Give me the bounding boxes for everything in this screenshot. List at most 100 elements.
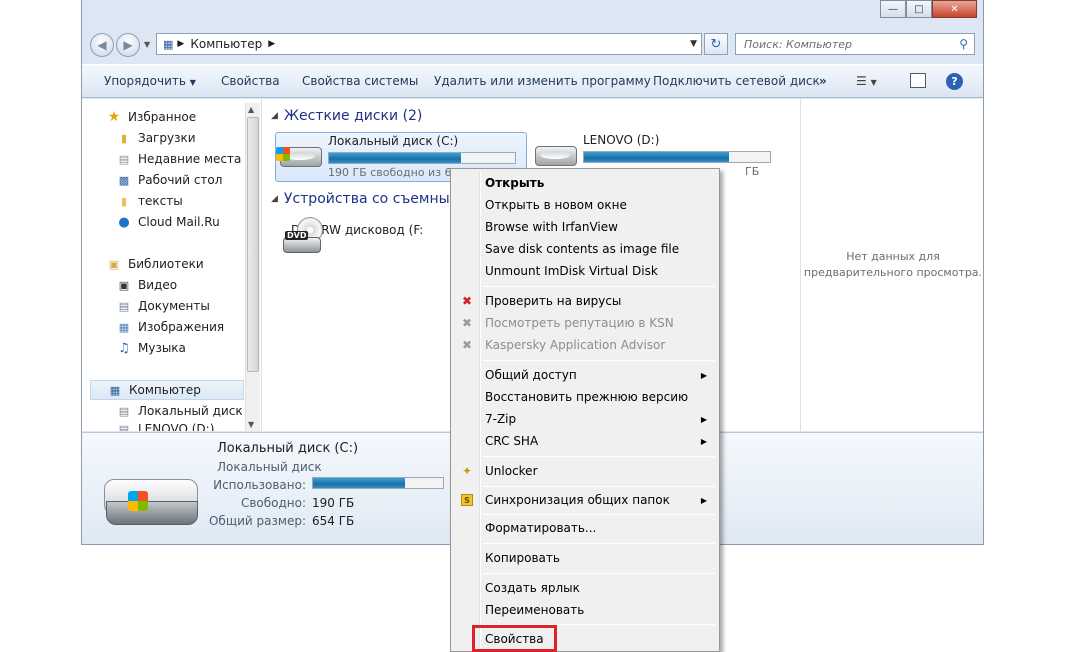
sidebar-item-texts[interactable]: ▮ тексты: [116, 191, 183, 211]
search-input[interactable]: Поиск: Компьютер ⚲: [735, 33, 975, 55]
sidebar-item-favorites[interactable]: ★ Избранное: [106, 107, 196, 127]
sidebar-item-drive-c[interactable]: ▤ Локальный диск (C: [116, 401, 260, 421]
kaspersky-icon: ✖: [461, 294, 473, 308]
scroll-down-icon[interactable]: ▼: [248, 420, 254, 429]
menu-item-unmount-imdisk[interactable]: Unmount ImDisk Virtual Disk: [453, 260, 717, 282]
menu-item-create-shortcut[interactable]: Создать ярлык: [453, 577, 717, 599]
local-disk-icon: ▤: [118, 404, 130, 418]
collapse-icon[interactable]: ◢: [271, 194, 278, 204]
local-disk-icon: [531, 132, 579, 172]
drive-d-name: LENOVO (D:): [583, 133, 660, 147]
view-options-icon[interactable]: ☰ ▼: [856, 74, 877, 88]
menu-separator: [483, 543, 715, 544]
sidebar-item-recent[interactable]: ▤ Недавние места: [116, 149, 242, 169]
group-removable[interactable]: ◢ Устройства со съемны: [271, 191, 450, 207]
details-total-value: 654 ГБ: [312, 514, 355, 528]
submenu-arrow-icon: ▶: [700, 370, 707, 380]
breadcrumb-arrow-icon: ▶: [177, 39, 185, 49]
submenu-arrow-icon: ▶: [700, 436, 707, 446]
kaspersky-icon: ✖: [461, 316, 473, 330]
group-hard-disks[interactable]: ◢ Жесткие диски (2): [271, 108, 422, 124]
maximize-icon[interactable]: □: [906, 0, 932, 18]
menu-item-open[interactable]: Открыть: [453, 172, 717, 194]
sidebar-item-downloads[interactable]: ▮ Загрузки: [116, 128, 196, 148]
local-disk-large-icon: [104, 473, 200, 529]
sidebar-item-computer[interactable]: ▦ Компьютер: [90, 380, 244, 400]
minimize-icon[interactable]: —: [880, 0, 906, 18]
dvd-label: DVD: [285, 231, 309, 240]
details-name: Локальный диск (C:): [217, 441, 359, 456]
scroll-up-icon[interactable]: ▲: [248, 105, 254, 114]
close-icon[interactable]: ✕: [932, 0, 977, 18]
sidebar-item-images[interactable]: ▦ Изображения: [116, 317, 224, 337]
menu-separator: [483, 573, 715, 574]
uninstall-program-button[interactable]: Удалить или изменить программу: [434, 74, 651, 88]
breadcrumb: Компьютер: [190, 37, 263, 51]
help-icon[interactable]: ?: [946, 73, 963, 90]
windows-logo-icon: [128, 491, 148, 511]
properties-button[interactable]: Свойства: [221, 74, 280, 88]
details-free-label: Свободно:: [240, 496, 306, 510]
system-properties-button[interactable]: Свойства системы: [302, 74, 418, 88]
details-type: Локальный диск: [217, 460, 322, 474]
refresh-icon[interactable]: ↻: [704, 33, 728, 55]
video-icon: ▣: [118, 278, 130, 292]
sidebar-item-documents[interactable]: ▤ Документы: [116, 296, 210, 316]
sync-icon: S: [461, 494, 473, 506]
menu-item-share[interactable]: Общий доступ ▶: [453, 364, 717, 386]
menu-item-kaspersky-advisor[interactable]: ✖ Kaspersky Application Advisor: [453, 334, 717, 356]
menu-item-open-new-window[interactable]: Открыть в новом окне: [453, 194, 717, 216]
details-usage-bar: [312, 477, 444, 489]
navigation-bar: ◀ ▶ ▼ ▦ ▶ Компьютер ▶ ▼ ↻ Поиск: Компьют…: [82, 28, 983, 62]
menu-item-restore-version[interactable]: Восстановить прежнюю версию: [453, 386, 717, 408]
computer-icon: ▦: [163, 37, 174, 51]
navigation-pane: ★ Избранное ▮ Загрузки ▤ Недавние места …: [82, 99, 262, 431]
preview-pane: Нет данных для предварительного просмотр…: [800, 99, 983, 431]
search-icon[interactable]: ⚲: [959, 37, 968, 51]
organize-button[interactable]: Упорядочить ▼: [104, 74, 196, 88]
desktop-icon: ▩: [118, 173, 130, 187]
menu-item-format[interactable]: Форматировать...: [453, 517, 717, 539]
menu-separator: [483, 486, 715, 487]
menu-separator: [483, 286, 715, 287]
folder-icon: ▮: [120, 194, 128, 208]
preview-pane-icon[interactable]: [910, 73, 926, 88]
address-bar[interactable]: ▦ ▶ Компьютер ▶ ▼: [156, 33, 702, 55]
menu-item-scan-virus[interactable]: ✖ Проверить на вирусы: [453, 290, 717, 312]
menu-item-unlocker[interactable]: ✦ Unlocker: [453, 460, 717, 482]
menu-item-7zip[interactable]: 7-Zip ▶: [453, 408, 717, 430]
recent-pages-icon[interactable]: ▼: [144, 40, 150, 49]
map-network-drive-button[interactable]: Подключить сетевой диск: [653, 74, 820, 88]
menu-item-irfanview[interactable]: Browse with IrfanView: [453, 216, 717, 238]
sidebar-item-music[interactable]: ♫ Музыка: [116, 338, 186, 358]
menu-separator: [483, 514, 715, 515]
sidebar-item-drive-d[interactable]: ▤ LENOVO (D:): [116, 422, 215, 431]
menu-separator: [483, 456, 715, 457]
menu-item-copy[interactable]: Копировать: [453, 547, 717, 569]
sidebar-scrollbar[interactable]: ▲ ▼: [245, 103, 260, 431]
downloads-folder-icon: ▮: [120, 131, 128, 145]
back-button[interactable]: ◀: [90, 33, 114, 57]
menu-item-rename[interactable]: Переименовать: [453, 599, 717, 621]
details-used-label: Использовано:: [213, 478, 306, 492]
menu-item-save-image[interactable]: Save disk contents as image file: [453, 238, 717, 260]
scrollbar-thumb[interactable]: [247, 117, 259, 372]
chevron-down-icon[interactable]: ▼: [690, 39, 697, 49]
drive-d-usage-bar: [583, 151, 771, 163]
libraries-icon: ▣: [108, 257, 120, 271]
more-commands-button[interactable]: »: [819, 74, 827, 88]
forward-button[interactable]: ▶: [116, 33, 140, 57]
magic-wand-icon: ✦: [461, 464, 473, 478]
menu-item-ksn-reputation[interactable]: ✖ Посмотреть репутацию в KSN: [453, 312, 717, 334]
menu-item-sync-folders[interactable]: S Синхронизация общих папок ▶: [453, 489, 717, 511]
menu-item-crc-sha[interactable]: CRC SHA ▶: [453, 430, 717, 452]
documents-icon: ▤: [118, 299, 130, 313]
kaspersky-icon: ✖: [461, 338, 473, 352]
sidebar-item-video[interactable]: ▣ Видео: [116, 275, 177, 295]
sidebar-item-libraries[interactable]: ▣ Библиотеки: [106, 254, 204, 274]
context-menu: Открыть Открыть в новом окне Browse with…: [450, 168, 720, 652]
sidebar-item-desktop[interactable]: ▩ Рабочий стол: [116, 170, 223, 190]
collapse-icon[interactable]: ◢: [271, 111, 278, 121]
dvd-drive-icon: DVD: [283, 217, 323, 257]
sidebar-item-cloud-mail[interactable]: ● Cloud Mail.Ru: [116, 212, 219, 232]
